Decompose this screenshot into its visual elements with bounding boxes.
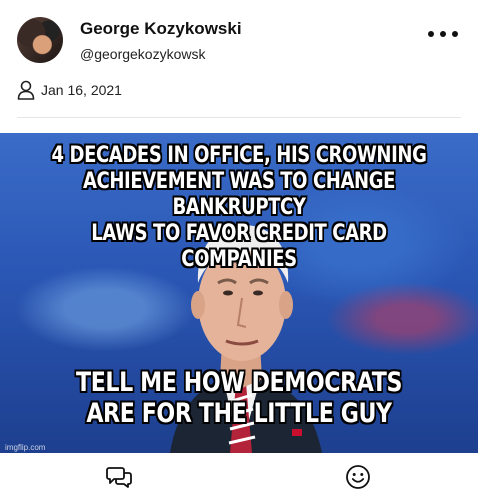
author-name[interactable]: George Kozykowski (80, 19, 242, 39)
post-header: George Kozykowski @georgekozykowsk (0, 0, 478, 74)
divider (17, 117, 461, 118)
meme-image[interactable]: 4 DECADES IN OFFICE, HIS CROWNING ACHIEV… (0, 133, 478, 453)
author-handle[interactable]: @georgekozykowsk (80, 46, 206, 62)
comment-bubbles-icon[interactable] (106, 465, 132, 489)
meme-top-line: ACHIEVEMENT WAS TO CHANGE BANKRUPTCY (82, 169, 396, 220)
more-options-icon[interactable] (428, 26, 458, 42)
post-date-row: Jan 16, 2021 (17, 79, 122, 101)
post-date: Jan 16, 2021 (41, 82, 122, 98)
meme-bottom-line: ARE FOR THE LITTLE GUY (86, 398, 392, 429)
dot (452, 31, 458, 37)
smiley-face-icon[interactable] (345, 464, 371, 490)
meme-top-line: LAWS TO FAVOR CREDIT CARD COMPANIES (91, 221, 387, 272)
meme-bottom-text: TELL ME HOW DEMOCRATS ARE FOR THE LITTLE… (43, 367, 435, 429)
meme-bottom-line: TELL ME HOW DEMOCRATS (75, 367, 403, 398)
meme-top-line: 4 DECADES IN OFFICE, HIS CROWNING (51, 143, 427, 168)
imgflip-watermark: imgflip.com (5, 443, 46, 452)
avatar[interactable] (17, 17, 63, 63)
dot (428, 31, 434, 37)
post-actions-bar (0, 453, 478, 500)
person-icon (17, 80, 35, 100)
dot (440, 31, 446, 37)
meme-top-text: 4 DECADES IN OFFICE, HIS CROWNING ACHIEV… (43, 143, 435, 273)
